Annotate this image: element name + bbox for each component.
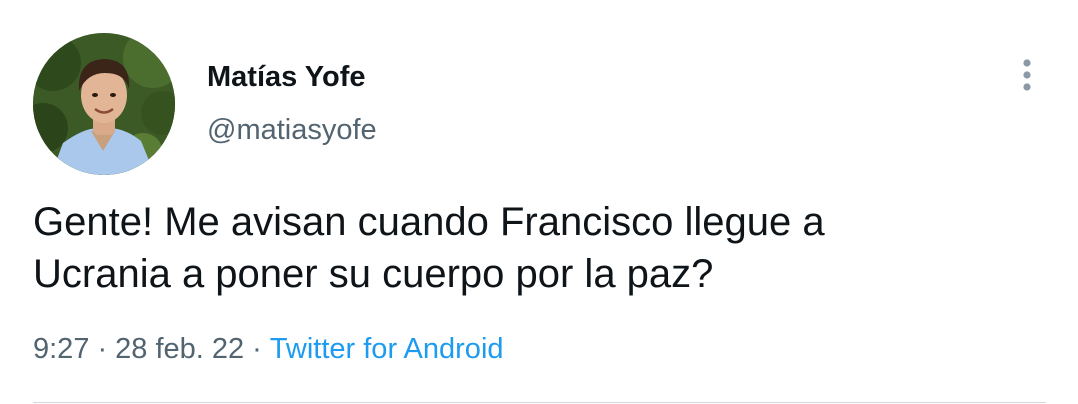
- avatar[interactable]: [33, 33, 175, 175]
- source-link[interactable]: Twitter for Android: [270, 333, 504, 365]
- separator: ·: [97, 333, 108, 365]
- tweet-metadata: 9:27 · 28 feb. 22 · Twitter for Android: [33, 333, 504, 366]
- separator: ·: [252, 333, 262, 365]
- tweet-date[interactable]: 28 feb. 22: [115, 333, 244, 365]
- user-handle[interactable]: @matiasyofe: [207, 114, 377, 147]
- tweet-text-line: Ucrania a poner su cuerpo por la paz?: [33, 252, 714, 296]
- tweet-card: Matías Yofe @matiasyofe Gente! Me avisan…: [0, 0, 1078, 404]
- tweet-text: Gente! Me avisan cuando Francisco llegue…: [33, 196, 1043, 300]
- tweet-text-line: Gente! Me avisan cuando Francisco llegue…: [33, 200, 825, 244]
- tweet-time[interactable]: 9:27: [33, 333, 89, 365]
- more-vertical-icon[interactable]: [1014, 58, 1040, 92]
- divider: [33, 402, 1046, 403]
- profile-photo-icon: [33, 33, 175, 175]
- display-name[interactable]: Matías Yofe: [207, 61, 365, 94]
